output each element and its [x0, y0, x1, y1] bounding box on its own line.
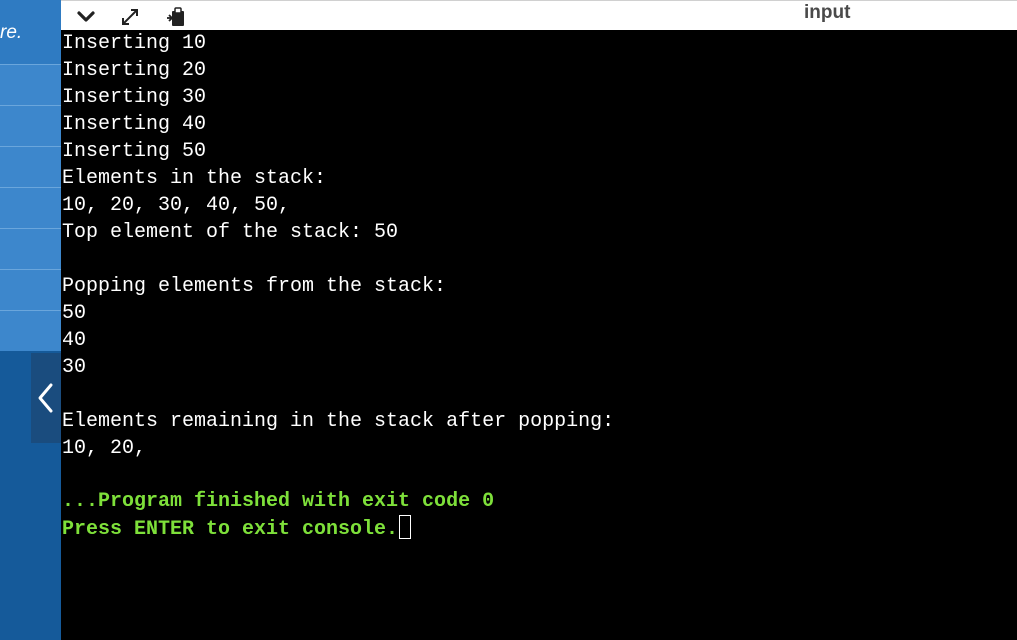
sidebar-header: re. — [0, 0, 61, 64]
console-line: Elements remaining in the stack after po… — [62, 410, 615, 433]
clipboard-icon — [167, 7, 184, 26]
console-line: Inserting 50 — [62, 140, 207, 163]
sidebar-collapse-button[interactable] — [31, 353, 61, 443]
text-cursor — [399, 515, 412, 539]
console-line: Inserting 30 — [62, 86, 207, 109]
maximize-console-button[interactable] — [118, 5, 142, 29]
console-line: Inserting 40 — [62, 113, 207, 136]
collapse-console-button[interactable] — [74, 5, 98, 29]
console-line: Popping elements from the stack: — [62, 275, 447, 298]
app-window: re. input Inserting 10 Inserting 20 Inse… — [0, 0, 1017, 640]
console-line: Inserting 20 — [62, 59, 207, 82]
sidebar-item[interactable] — [0, 228, 61, 269]
console-line: 30 — [62, 356, 87, 379]
sidebar-item[interactable] — [0, 187, 61, 228]
chevron-down-icon — [77, 11, 95, 22]
exit-prompt-text: Press ENTER to exit console. — [62, 518, 399, 541]
console-line: 10, 20, — [62, 437, 147, 460]
console-line: 10, 20, 30, 40, 50, — [62, 194, 291, 217]
sidebar-item[interactable] — [0, 310, 61, 351]
sidebar: re. — [0, 0, 61, 640]
sidebar-item[interactable] — [0, 64, 61, 105]
sidebar-item[interactable] — [0, 105, 61, 146]
console-line: Elements in the stack: — [62, 167, 327, 190]
exit-prompt-line: Press ENTER to exit console. — [62, 515, 412, 543]
console-line: 40 — [62, 329, 87, 352]
console-output[interactable]: Inserting 10 Inserting 20 Inserting 30 I… — [61, 30, 1017, 640]
expand-icon — [122, 9, 138, 25]
console-line: Inserting 10 — [62, 32, 207, 55]
sidebar-item[interactable] — [0, 269, 61, 310]
input-tab-label[interactable]: input — [804, 2, 850, 24]
chevron-left-icon — [38, 383, 53, 413]
exit-code-message: ...Program finished with exit code 0 — [62, 490, 495, 513]
sidebar-item[interactable] — [0, 146, 61, 187]
console-line: Top element of the stack: 50 — [62, 221, 399, 244]
copy-output-button[interactable] — [164, 5, 188, 29]
sidebar-header-text: re. — [0, 22, 23, 43]
console-toolbar: input — [61, 0, 1017, 30]
console-line: 50 — [62, 302, 87, 325]
